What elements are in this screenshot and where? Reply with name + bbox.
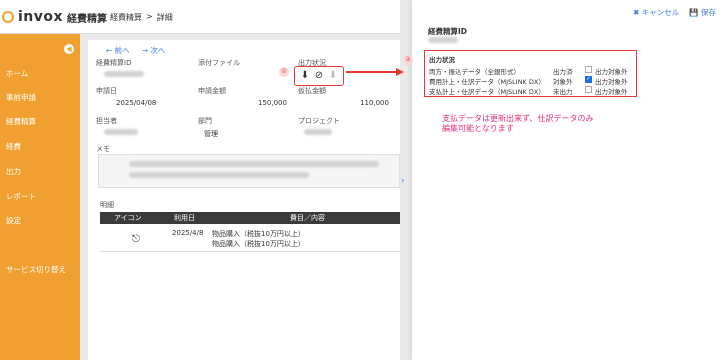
- output-status-box: 出力状況 両方・振込データ（全銀形式） 出力済 出力対象外 費用計上・仕訳データ…: [424, 50, 637, 97]
- status-row: 両方・振込データ（全銀形式） 出力済 出力対象外: [429, 66, 632, 76]
- sidebar-item-home[interactable]: ホーム: [6, 68, 28, 79]
- dept-label: 部門: [198, 117, 212, 125]
- exclude-checkbox[interactable]: ✓: [585, 76, 592, 83]
- download-disabled-icon: ⬇: [328, 70, 338, 81]
- note-line-1: 支払データは更新出来ず、仕訳データのみ: [442, 114, 594, 123]
- col-date: 利用日: [174, 214, 195, 222]
- save-button[interactable]: 💾 保存: [689, 7, 716, 18]
- breadcrumb-separator: >: [146, 12, 153, 21]
- exclude-checkbox-label: 出力対象外: [595, 78, 628, 86]
- detail-table-header: アイコン 利用日 費目／内容: [100, 212, 400, 224]
- memo-text-blurred: [129, 161, 379, 167]
- breadcrumb-current: 詳細: [156, 13, 173, 22]
- sidebar-item-report[interactable]: レポート: [6, 191, 36, 202]
- chevron-left-icon[interactable]: ◀: [64, 44, 74, 54]
- sidebar-item-service-switch[interactable]: サービス切り替え: [6, 264, 66, 275]
- status-row-status: 対象外: [553, 78, 573, 86]
- annotation-arrow: [346, 71, 398, 73]
- col-item: 費目／内容: [290, 214, 325, 222]
- id-label: 経費精算ID: [96, 59, 132, 67]
- status-row: 費用計上・仕訳データ（MJSLINK DX） 対象外 ✓ 出力対象外: [429, 76, 632, 86]
- sidebar-item-expense[interactable]: 経費: [6, 141, 21, 152]
- dept-value: 管理: [204, 130, 218, 138]
- memo-field: [98, 154, 400, 188]
- breadcrumb-link[interactable]: 経費精算: [110, 12, 142, 23]
- status-row-name: 費用計上・仕訳データ（MJSLINK DX）: [429, 78, 545, 86]
- col-icon: アイコン: [114, 214, 142, 222]
- logo-sub: 経費精算: [67, 13, 108, 25]
- annotation-arrow-head: [396, 68, 404, 76]
- advance-value: 110,000: [360, 99, 389, 107]
- exclude-checkbox-label: 出力対象外: [595, 88, 628, 96]
- edit-drawer: ✖ キャンセル 💾 保存 経費精算ID 出力状況 両方・振込データ（全銀形式） …: [412, 0, 720, 360]
- project-value-blurred: [304, 129, 332, 135]
- pager: ← 前へ → 次へ: [106, 45, 165, 56]
- drawer-actions: ✖ キャンセル 💾 保存: [633, 7, 716, 18]
- sidebar-item-output[interactable]: 出力: [6, 166, 21, 177]
- project-label: プロジェクト: [298, 117, 340, 125]
- sidebar-item-expense-settlement[interactable]: 経費精算: [6, 116, 36, 127]
- note-line-2: 編集可能となります: [442, 124, 514, 134]
- exclude-checkbox-label: 出力対象外: [595, 68, 628, 76]
- drawer-id-blurred: [428, 37, 458, 43]
- chevron-right-icon[interactable]: ›: [401, 176, 405, 186]
- paperclip-icon: ⎋: [132, 234, 140, 245]
- date-value: 2025/04/08: [116, 99, 157, 107]
- memo-label: メモ: [96, 145, 110, 153]
- detail-title: 明細: [100, 201, 114, 209]
- annotation-badge-2: ②: [403, 55, 413, 65]
- amount-value: 150,000: [258, 99, 287, 107]
- sidebar-item-settings[interactable]: 設定: [6, 215, 21, 226]
- status-row-name: 両方・振込データ（全銀形式）: [429, 68, 520, 76]
- status-title: 出力状況: [429, 56, 455, 64]
- prohibited-icon[interactable]: ⊘: [315, 71, 323, 81]
- status-row-status: 出力済: [553, 68, 573, 76]
- output-status-icons: ⬇ ⊘ ⬇: [294, 66, 344, 86]
- advance-label: 仮払金額: [298, 87, 326, 95]
- amount-label: 申請金額: [198, 87, 226, 95]
- app-header: invox 経費精算 経費精算 > 詳細: [0, 0, 400, 34]
- app-logo[interactable]: invox 経費精算: [2, 8, 107, 26]
- prev-link[interactable]: ← 前へ: [106, 45, 130, 56]
- download-icon[interactable]: ⬇: [301, 71, 309, 81]
- exclude-checkbox[interactable]: [585, 86, 592, 93]
- person-value-blurred: [104, 129, 138, 135]
- table-row[interactable]: ⎋ 2025/4/8 物品購入（税抜10万円以上） 物品購入（税抜10万円以上）: [100, 226, 400, 252]
- status-row-status: 未出力: [553, 88, 573, 96]
- logo-icon: [2, 11, 14, 23]
- annotation-badge-1: ①: [279, 67, 289, 77]
- sidebar-item-pre-application[interactable]: 事前申請: [6, 92, 36, 103]
- cancel-button[interactable]: ✖ キャンセル: [633, 7, 679, 18]
- main-panel: ← 前へ → 次へ 経費精算ID 添付ファイル 出力状況 ① ⬇ ⊘ ⬇ 申請日…: [88, 40, 400, 360]
- exclude-checkbox[interactable]: [585, 66, 592, 73]
- person-label: 担当者: [96, 117, 117, 125]
- status-row: 支払計上・仕訳データ（MJSLINK DX） 未出力 出力対象外: [429, 86, 632, 96]
- drawer-id-label: 経費精算ID: [428, 27, 468, 36]
- logo-text: invox: [18, 9, 64, 25]
- annotation-note: 支払データは更新出来ず、仕訳データのみ 編集可能となります: [442, 114, 642, 135]
- row-item-line2: 物品購入（税抜10万円以上）: [212, 240, 305, 248]
- breadcrumb: 経費精算 > 詳細: [110, 12, 173, 23]
- save-icon: 💾: [689, 8, 699, 17]
- sidebar: ◀ ホーム 事前申請 経費精算 経費 出力 レポート 設定 サービス切り替え: [0, 34, 80, 360]
- row-item-line1: 物品購入（税抜10万円以上）: [212, 230, 305, 238]
- save-label: 保存: [701, 8, 716, 17]
- memo-text-blurred-2: [129, 172, 309, 178]
- date-label: 申請日: [96, 87, 117, 95]
- attachment-label: 添付ファイル: [198, 59, 240, 67]
- row-date: 2025/4/8: [172, 229, 204, 237]
- next-link[interactable]: → 次へ: [142, 45, 166, 56]
- id-value-blurred: [104, 71, 144, 77]
- status-row-name: 支払計上・仕訳データ（MJSLINK DX）: [429, 88, 545, 96]
